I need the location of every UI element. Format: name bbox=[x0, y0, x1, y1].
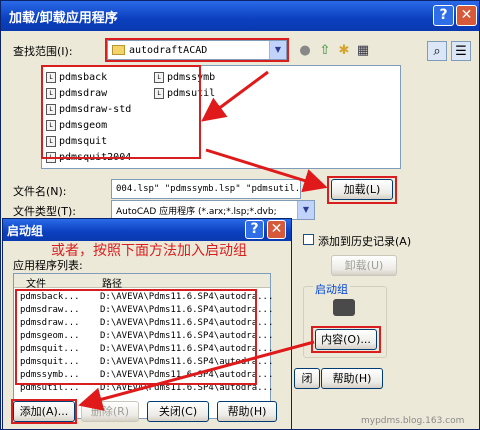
arrow-to-file-list bbox=[201, 70, 269, 122]
arrow-to-load-button bbox=[205, 148, 328, 193]
annotation-arrows bbox=[78, 70, 328, 411]
arrow-contents-to-add bbox=[78, 340, 315, 411]
